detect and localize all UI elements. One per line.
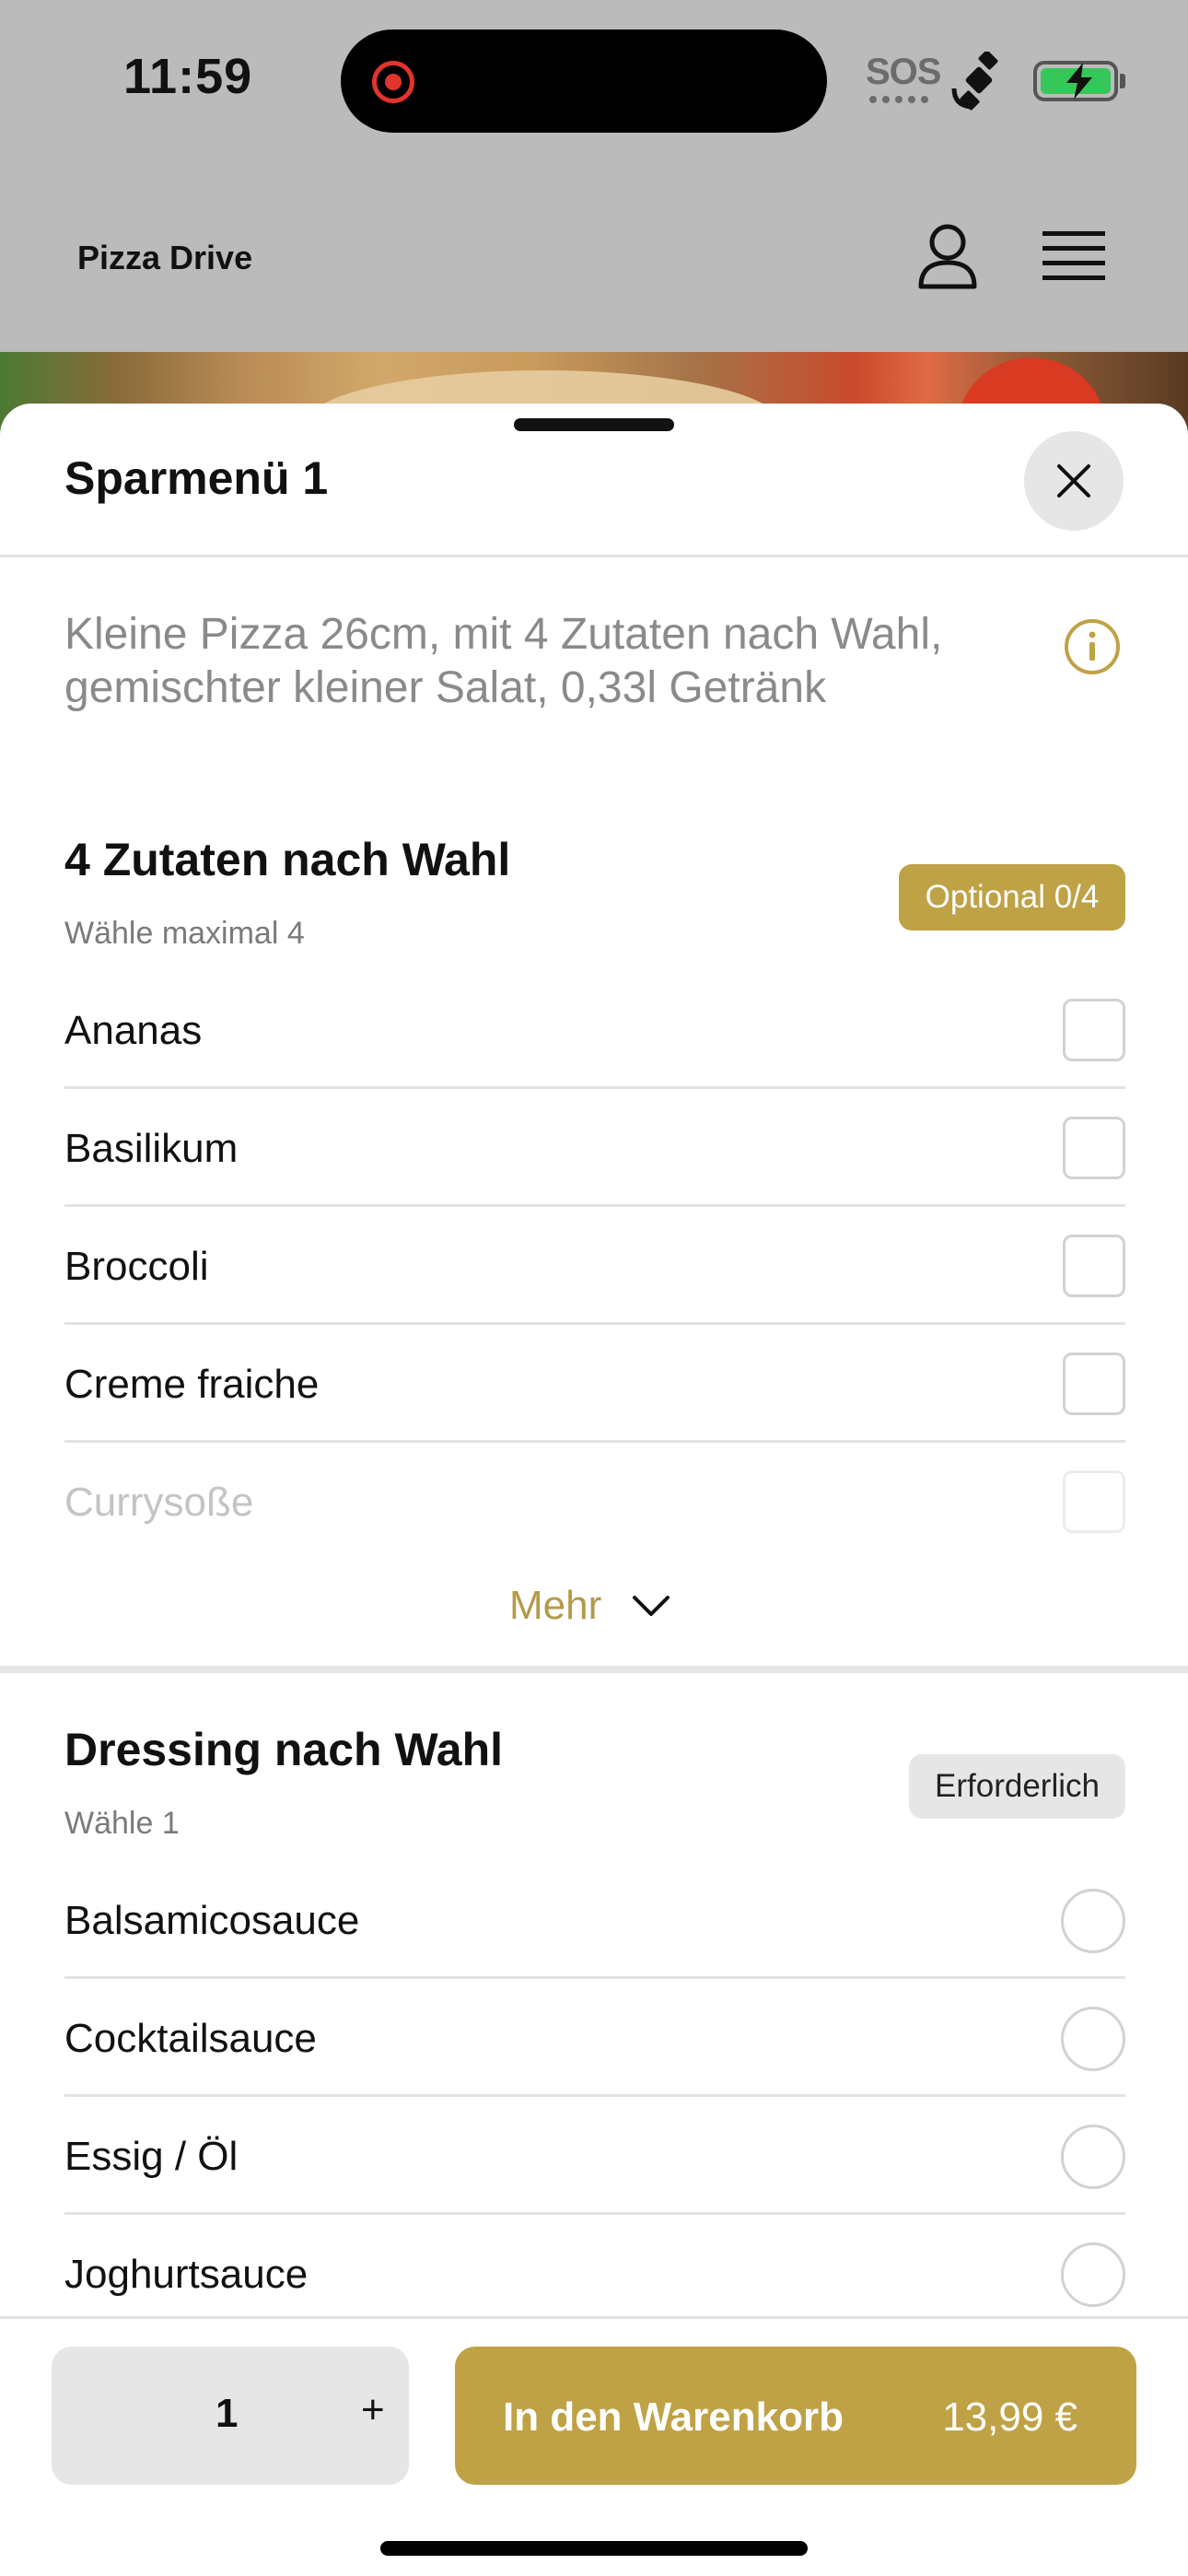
close-button[interactable] — [1024, 431, 1124, 531]
option-label: Balsamicosauce — [64, 1898, 360, 1943]
quantity-stepper[interactable]: 1 + — [52, 2347, 409, 2485]
header-divider — [0, 555, 1188, 557]
chevron-down-icon[interactable] — [631, 1592, 671, 1620]
charging-bolt-icon — [1066, 63, 1092, 100]
satellite-icon — [951, 52, 998, 111]
price-label: 13,99 € — [942, 2395, 1077, 2440]
option-checkbox[interactable] — [1063, 1352, 1125, 1415]
option-checkbox[interactable] — [1063, 1117, 1125, 1179]
product-sheet: Sparmenü 1 Kleine Pizza 26cm, mit 4 Zuta… — [0, 404, 1188, 2576]
option-row[interactable]: Currysoße — [64, 1443, 1125, 1561]
optional-badge: Optional 0/4 — [899, 864, 1125, 931]
hamburger-menu-icon[interactable] — [1042, 229, 1105, 281]
info-icon[interactable] — [1063, 617, 1122, 676]
status-time: 11:59 — [123, 49, 253, 104]
option-row[interactable]: Balsamicosauce — [64, 1861, 1125, 1979]
option-row[interactable]: Basilikum — [64, 1089, 1125, 1207]
section-subtitle-toppings: Wähle maximal 4 — [64, 916, 305, 951]
order-footer: 1 + In den Warenkorb 13,99 € — [0, 2316, 1188, 2576]
add-to-cart-button[interactable]: In den Warenkorb 13,99 € — [455, 2347, 1136, 2485]
option-row[interactable]: Cocktailsauce — [64, 1979, 1125, 2097]
option-row[interactable]: Creme fraiche — [64, 1325, 1125, 1443]
sos-dots — [869, 96, 928, 105]
sos-indicator: SOS — [866, 52, 941, 92]
status-bar: 11:59 SOS — [0, 0, 1188, 161]
option-row[interactable]: Ananas — [64, 971, 1125, 1089]
battery-icon — [1033, 61, 1118, 101]
home-indicator[interactable] — [380, 2541, 808, 2556]
increment-button[interactable]: + — [361, 2387, 385, 2433]
section-title-toppings: 4 Zutaten nach Wahl — [64, 834, 511, 885]
option-label: Creme fraiche — [64, 1362, 320, 1407]
section-separator — [0, 1666, 1188, 1673]
option-checkbox[interactable] — [1063, 1235, 1125, 1297]
product-description: Kleine Pizza 26cm, mit 4 Zutaten nach Wa… — [64, 610, 943, 712]
quantity-value: 1 — [215, 2391, 239, 2436]
option-label: Currysoße — [64, 1480, 254, 1525]
option-checkbox[interactable] — [1063, 1470, 1125, 1533]
option-radio[interactable] — [1061, 2125, 1125, 2189]
dynamic-island — [341, 29, 827, 133]
option-label: Basilikum — [64, 1126, 239, 1171]
section-title-dressing: Dressing nach Wahl — [64, 1724, 504, 1775]
option-row[interactable]: Joghurtsauce — [64, 2215, 1125, 2333]
battery-cap — [1120, 74, 1125, 88]
show-more-button[interactable]: Mehr — [509, 1583, 601, 1629]
option-radio[interactable] — [1061, 1889, 1125, 1953]
option-label: Joghurtsauce — [64, 2252, 309, 2297]
add-to-cart-label: In den Warenkorb — [503, 2395, 844, 2440]
option-radio[interactable] — [1061, 2242, 1125, 2307]
option-checkbox[interactable] — [1063, 999, 1125, 1061]
close-icon — [1057, 464, 1090, 498]
option-label: Essig / Öl — [64, 2134, 239, 2179]
brand-title[interactable]: Pizza Drive — [77, 239, 252, 277]
profile-icon[interactable] — [917, 222, 978, 290]
option-row[interactable]: Broccoli — [64, 1207, 1125, 1325]
required-badge: Erforderlich — [909, 1754, 1125, 1819]
sheet-title: Sparmenü 1 — [64, 452, 329, 504]
option-label: Ananas — [64, 1008, 203, 1053]
recording-icon — [372, 61, 414, 103]
app-header: Pizza Drive — [0, 161, 1188, 355]
option-label: Broccoli — [64, 1244, 209, 1289]
option-radio[interactable] — [1061, 2007, 1125, 2071]
section-subtitle-dressing: Wähle 1 — [64, 1806, 180, 1841]
sheet-grabber[interactable] — [514, 418, 674, 431]
option-row[interactable]: Essig / Öl — [64, 2097, 1125, 2215]
option-label: Cocktailsauce — [64, 2016, 317, 2061]
